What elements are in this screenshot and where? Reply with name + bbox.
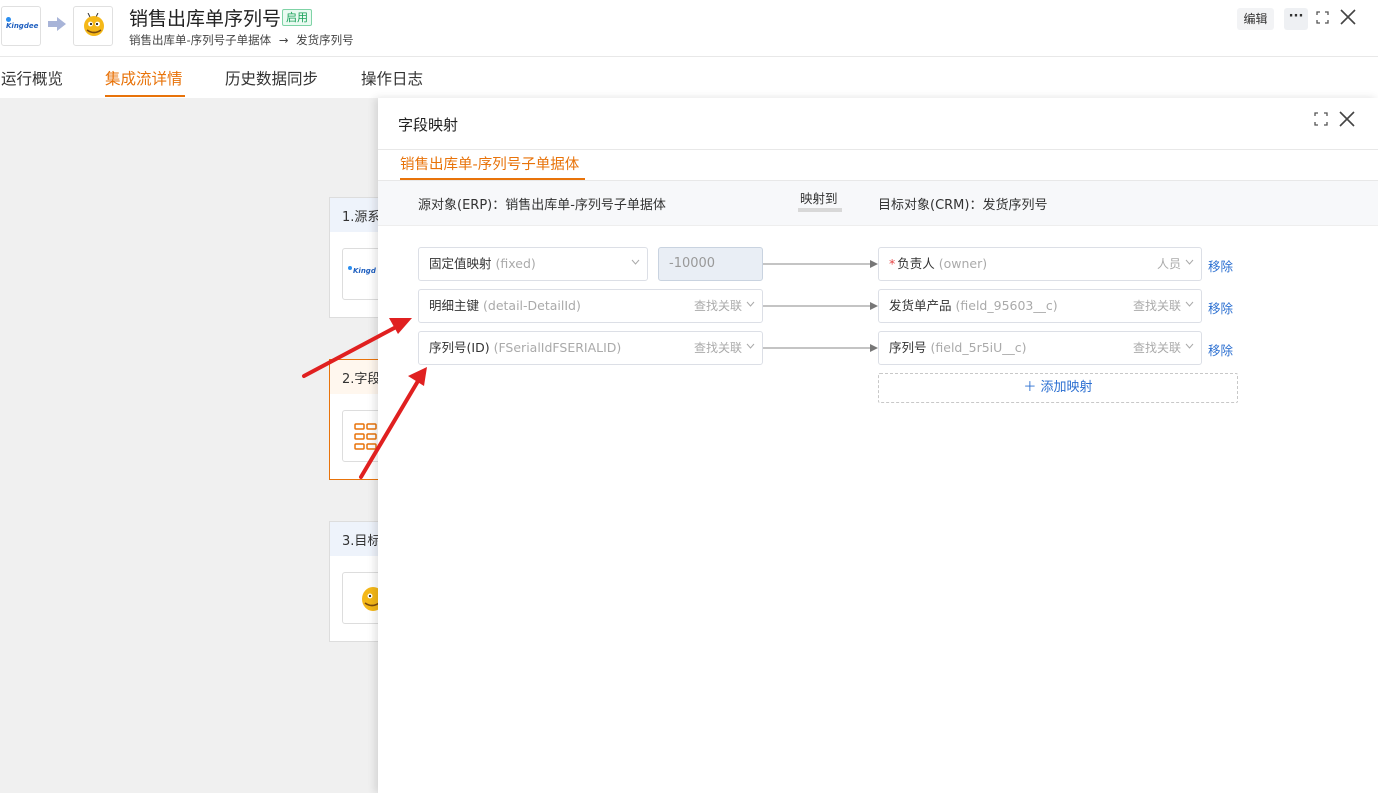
drawer-close-icon[interactable]	[1338, 110, 1356, 128]
target-field-code: (field_5r5iU__c)	[930, 340, 1027, 355]
drawer-title: 字段映射	[398, 116, 459, 134]
source-field-label: 明细主键	[429, 298, 480, 313]
target-object-label: 目标对象(CRM)：发货序列号	[878, 198, 1048, 213]
target-field-type: 人员	[1156, 257, 1181, 271]
source-field-type: 查找关联	[693, 299, 742, 313]
tab-operation-log[interactable]: 操作日志	[361, 67, 423, 89]
bee-icon	[84, 13, 104, 36]
flow-breadcrumb: 销售出库单-序列号子单据体 → 发货序列号	[129, 32, 354, 48]
chevron-down-icon	[1185, 343, 1194, 349]
mapping-connector-arrow	[763, 302, 878, 310]
target-object-name: 发货序列号	[296, 33, 354, 47]
remove-mapping-button[interactable]: 移除	[1208, 298, 1233, 317]
main-tabs: 运行概览 集成流详情 历史数据同步 操作日志	[0, 58, 1378, 98]
map-to-arrow-icon	[798, 208, 842, 212]
required-marker: *	[889, 256, 896, 271]
bee-step-icon	[342, 572, 384, 624]
fullscreen-icon[interactable]	[1316, 11, 1329, 24]
target-field-code: (owner)	[938, 256, 988, 271]
more-button[interactable]: ···	[1284, 8, 1308, 30]
target-field-type: 查找关联	[1132, 299, 1181, 313]
mapping-object-bar: 源对象(ERP)：销售出库单-序列号子单据体 映射到 目标对象(CRM)：发货序…	[378, 181, 1378, 226]
source-field-label: 固定值映射	[429, 256, 492, 271]
status-badge: 启用	[282, 9, 312, 26]
close-icon[interactable]	[1339, 8, 1357, 26]
page-title: 销售出库单序列号	[129, 8, 282, 30]
field-mapping-drawer: 字段映射 销售出库单-序列号子单据体 源对象(ERP)：销售出库单-序列号子单据…	[378, 98, 1378, 793]
chevron-down-icon	[746, 343, 755, 349]
target-field-select[interactable]: 序列号 (field_5r5iU__c) 查找关联	[878, 331, 1202, 365]
source-field-code: (FSerialIdFSERIALID)	[493, 340, 622, 355]
drawer-fullscreen-icon[interactable]	[1314, 112, 1328, 126]
right-arrow-icon	[48, 17, 66, 31]
chevron-down-icon	[1185, 301, 1194, 307]
field-mapping-icon	[342, 410, 382, 462]
kingdee-step-icon: Kingd	[342, 248, 382, 300]
target-field-label: 发货单产品	[889, 298, 952, 313]
source-field-type: 查找关联	[693, 341, 742, 355]
source-object-label: 源对象(ERP)：销售出库单-序列号子单据体	[418, 198, 666, 213]
source-field-code: (detail-DetailId)	[483, 298, 581, 313]
source-field-label: 序列号(ID)	[429, 340, 490, 355]
source-object-name: 销售出库单-序列号子单据体	[129, 33, 272, 47]
remove-mapping-button[interactable]: 移除	[1208, 340, 1233, 359]
add-mapping-button[interactable]: ＋ 添加映射	[878, 373, 1238, 403]
drawer-divider	[378, 149, 1378, 150]
active-tab-indicator	[105, 95, 185, 97]
kingdee-logo-text: Kingdee	[6, 22, 39, 30]
target-field-code: (field_95603__c)	[955, 298, 1058, 313]
map-to-label: 映射到	[800, 191, 838, 206]
source-field-code: (fixed)	[495, 256, 536, 271]
target-field-label: 序列号	[889, 340, 927, 355]
target-field-select[interactable]: * 负责人 (owner) 人员	[878, 247, 1202, 281]
chevron-down-icon	[1185, 259, 1194, 265]
remove-mapping-button[interactable]: 移除	[1208, 256, 1233, 275]
page-header: Kingdee 销售出库单序列号 启用 销售出库单-序列号子单据体 → 发货序列…	[0, 0, 1378, 57]
mapping-connector-arrow	[763, 344, 878, 352]
source-field-select[interactable]: 明细主键 (detail-DetailId) 查找关联	[418, 289, 763, 323]
tab-overview[interactable]: 运行概览	[1, 67, 63, 89]
edit-button[interactable]: 编辑	[1237, 8, 1274, 30]
target-field-label: 负责人	[897, 256, 935, 271]
tab-history-sync[interactable]: 历史数据同步	[225, 67, 318, 89]
constant-value-input[interactable]: -10000	[658, 247, 763, 281]
target-field-type: 查找关联	[1132, 341, 1181, 355]
target-field-select[interactable]: 发货单产品 (field_95603__c) 查找关联	[878, 289, 1202, 323]
tab-flow-detail[interactable]: 集成流详情	[105, 67, 183, 89]
crm-bee-logo	[73, 6, 113, 46]
source-field-select[interactable]: 序列号(ID) (FSerialIdFSERIALID) 查找关联	[418, 331, 763, 365]
flow-arrow: →	[278, 33, 289, 47]
source-field-select[interactable]: 固定值映射 (fixed)	[418, 247, 648, 281]
tab-detail-object[interactable]: 销售出库单-序列号子单据体	[400, 153, 579, 174]
chevron-down-icon	[631, 259, 640, 265]
kingdee-logo: Kingdee	[1, 6, 41, 46]
chevron-down-icon	[746, 301, 755, 307]
mapping-connector-arrow	[763, 260, 878, 268]
